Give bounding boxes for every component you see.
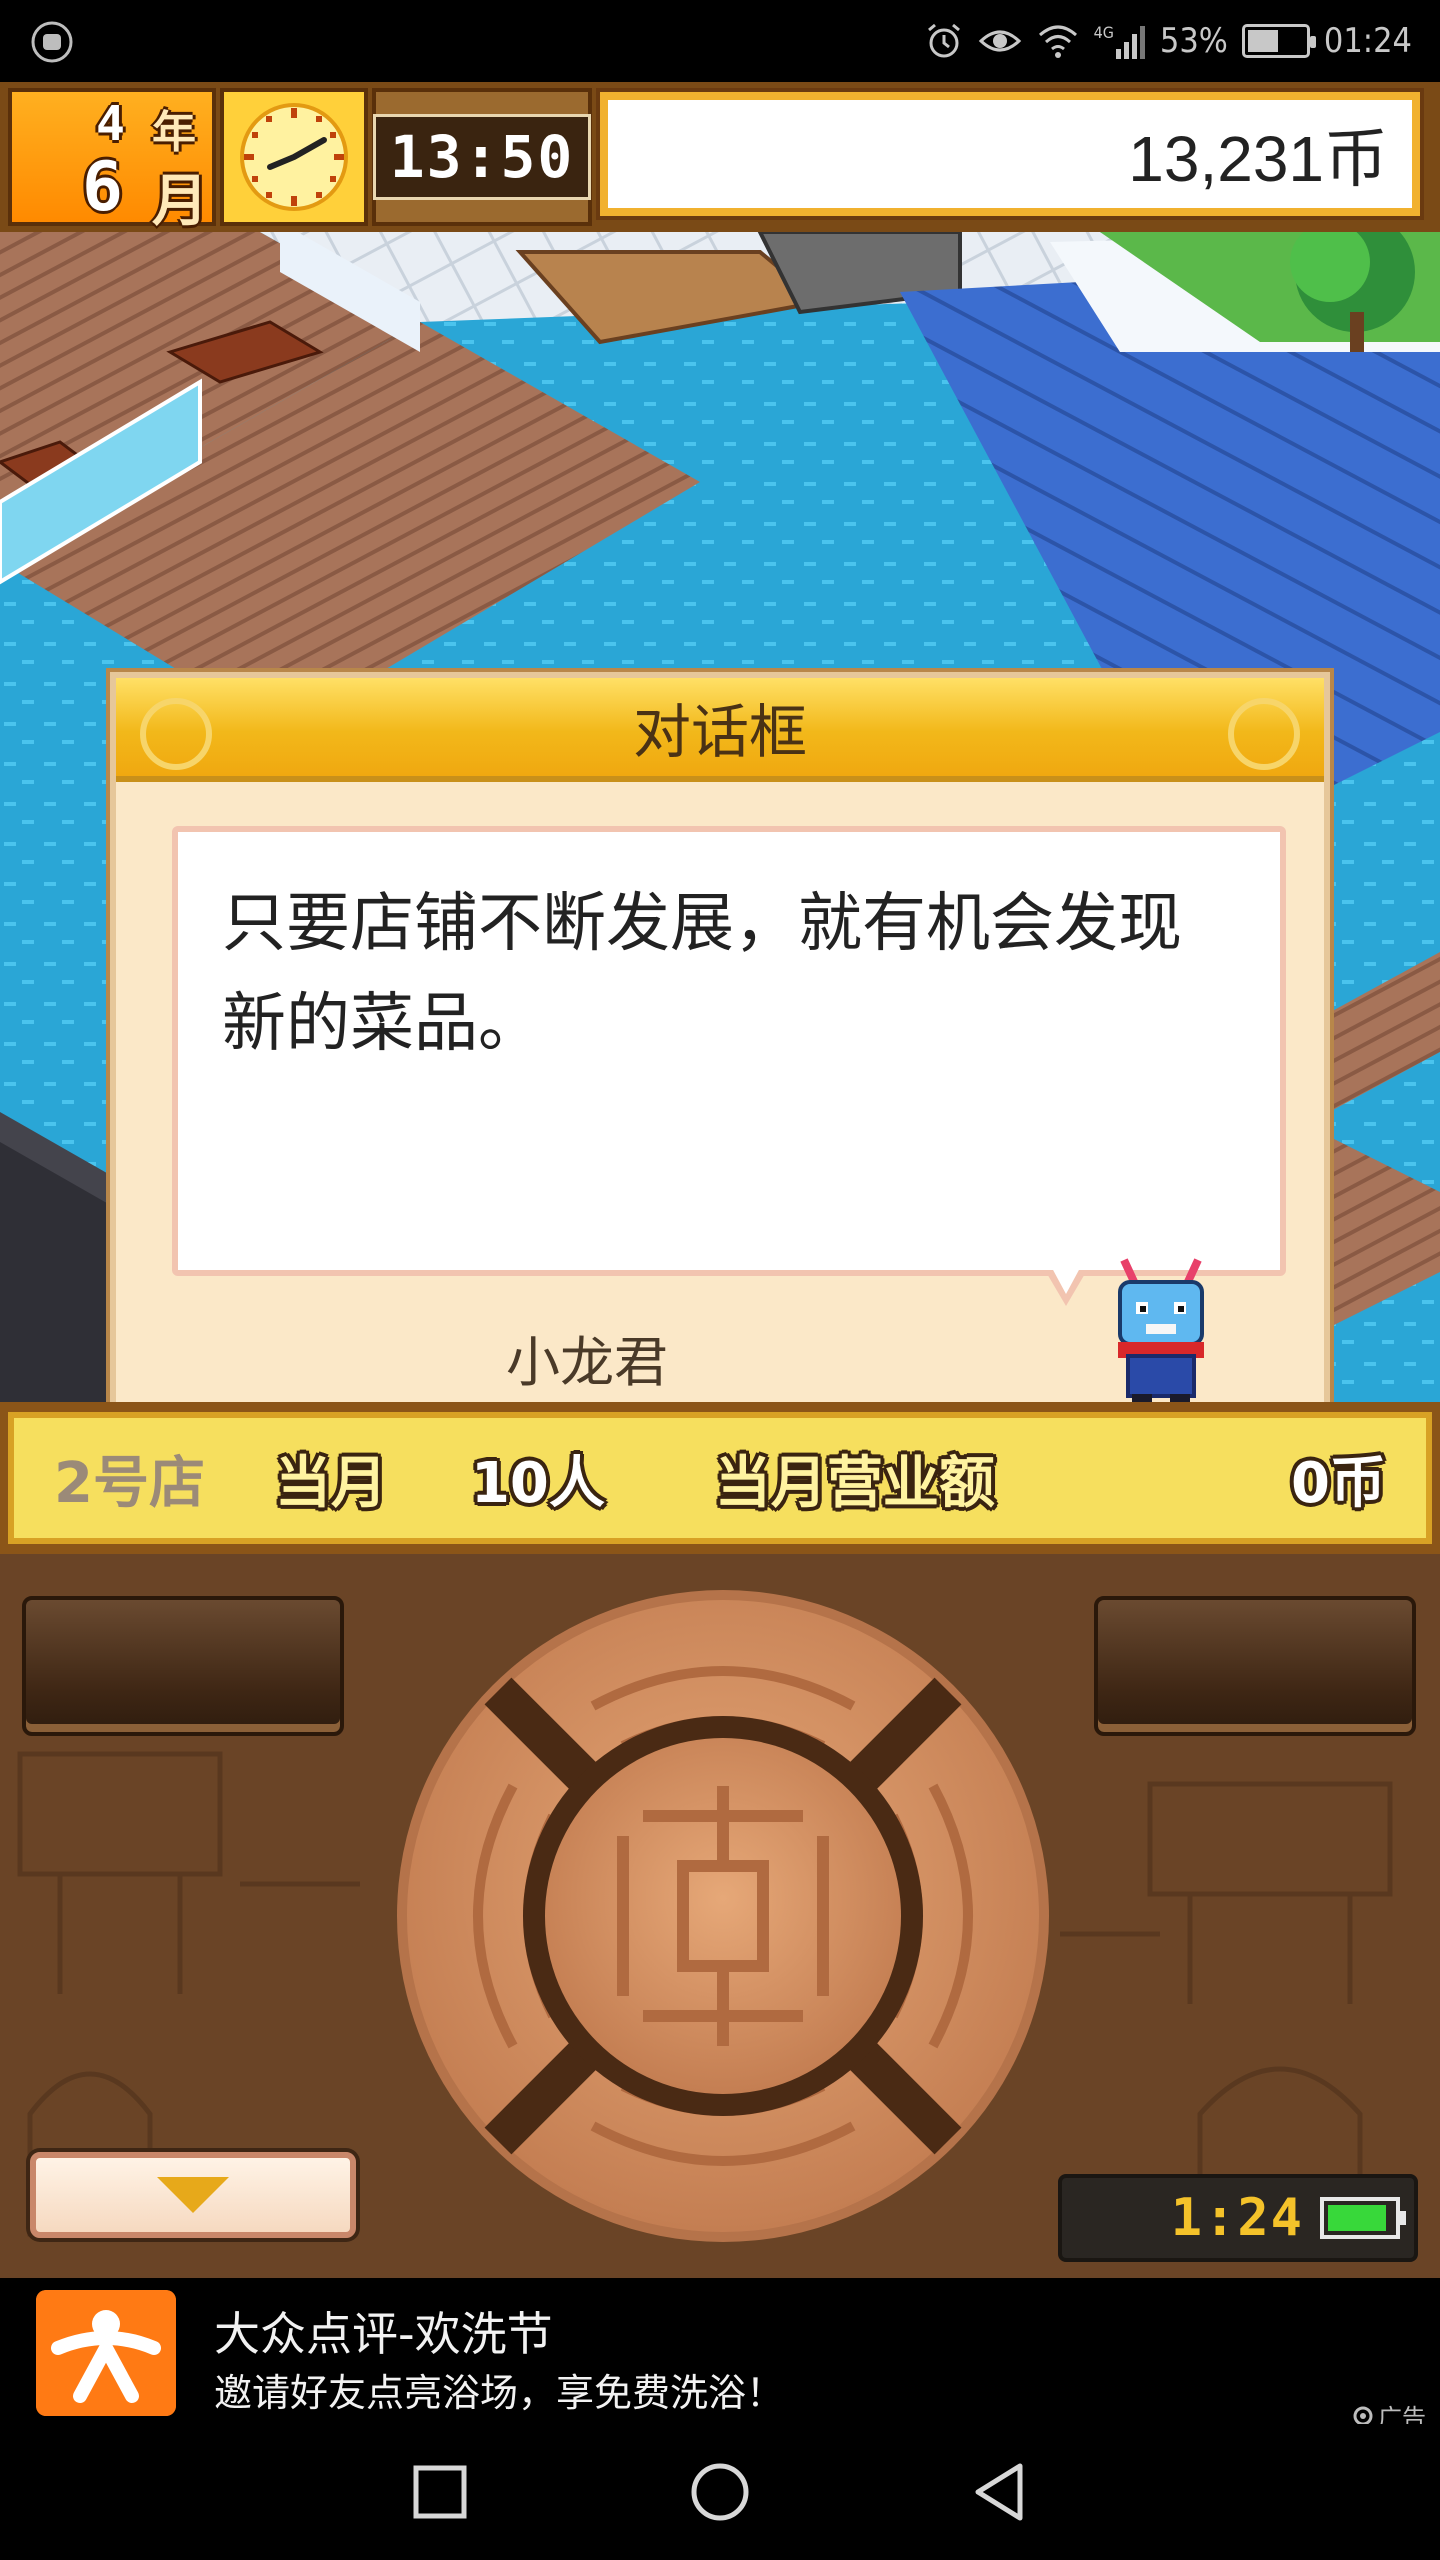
date-panel: 4 年 6 月 [8,88,216,234]
status-icons: 4G 53% 01:24 [924,18,1412,64]
revenue-value: 0币 [1291,1450,1386,1516]
game-time: 13:50 [372,88,592,226]
clock-icon [220,88,368,226]
right-action-button[interactable] [1094,1596,1416,1736]
visitor-count: 10人 [470,1450,605,1516]
control-panel: 1:24 [0,1554,1440,2278]
speech-tail-inner [1052,1268,1080,1294]
dragon-avatar-icon [1118,1258,1204,1402]
clock-text: 01:24 [1323,21,1412,61]
app-notification-icon [31,21,73,63]
dialog-title: 对话框 [116,678,1324,782]
status-bar: 4G 53% 01:24 [0,0,1440,82]
menu-toggle-button[interactable] [30,2152,356,2238]
store-info-bar: 2号店 当月 10人 当月营业额 0币 [0,1402,1440,1554]
dialog-box[interactable]: 对话框 只要店铺不断发展，就有机会发现新的菜品。 小龙君 [110,672,1330,1402]
revenue-label: 当月营业额 [714,1450,995,1516]
eye-icon [978,30,1021,52]
battery-percent: 53% [1159,21,1228,61]
year-label: 年 [152,107,196,158]
directional-pad[interactable] [393,1586,1053,2246]
ad-subtitle: 邀请好友点亮浴场，享免费洗浴！ [214,2371,785,2415]
wifi-icon [1038,25,1077,58]
game-device-clock: 1:24 [1058,2174,1418,2262]
alarm-icon [927,23,960,58]
year-value: 4 [96,96,125,152]
network-label: 4G [1093,23,1114,42]
triangle-back-icon[interactable] [968,2460,1032,2524]
system-nav-bar [0,2424,1440,2560]
game-time-text: 13:50 [372,114,592,200]
dianping-logo [36,2290,176,2416]
battery-full-icon [1320,2197,1406,2239]
money-display: 13,231币 [596,88,1424,220]
ad-banner[interactable]: 大众点评-欢洗节 邀请好友点亮浴场，享免费洗浴！ 广告 [0,2278,1440,2432]
game-scene[interactable]: 对话框 只要店铺不断发展，就有机会发现新的菜品。 小龙君 [0,232,1440,1402]
month-value: 6 [82,148,123,227]
speaker-name: 小龙君 [506,1331,668,1394]
battery-icon [1241,24,1316,58]
store-number: 2号店 [54,1450,205,1516]
ad-title: 大众点评-欢洗节 [214,2307,553,2361]
square-icon[interactable] [408,2460,472,2524]
triangle-down-icon [157,2177,229,2213]
circle-icon[interactable] [688,2460,752,2524]
device-clock-text: 1:24 [1170,2188,1304,2248]
month-label: 当月 [274,1450,387,1516]
left-action-button[interactable] [22,1596,344,1736]
dialog-message: 只要店铺不断发展，就有机会发现新的菜品。 [172,826,1286,1276]
game-hud: 4 年 6 月 13:50 13,231币 [0,82,1440,234]
month-label: 月 [152,169,208,234]
signal-icon: 4G [1094,23,1146,59]
